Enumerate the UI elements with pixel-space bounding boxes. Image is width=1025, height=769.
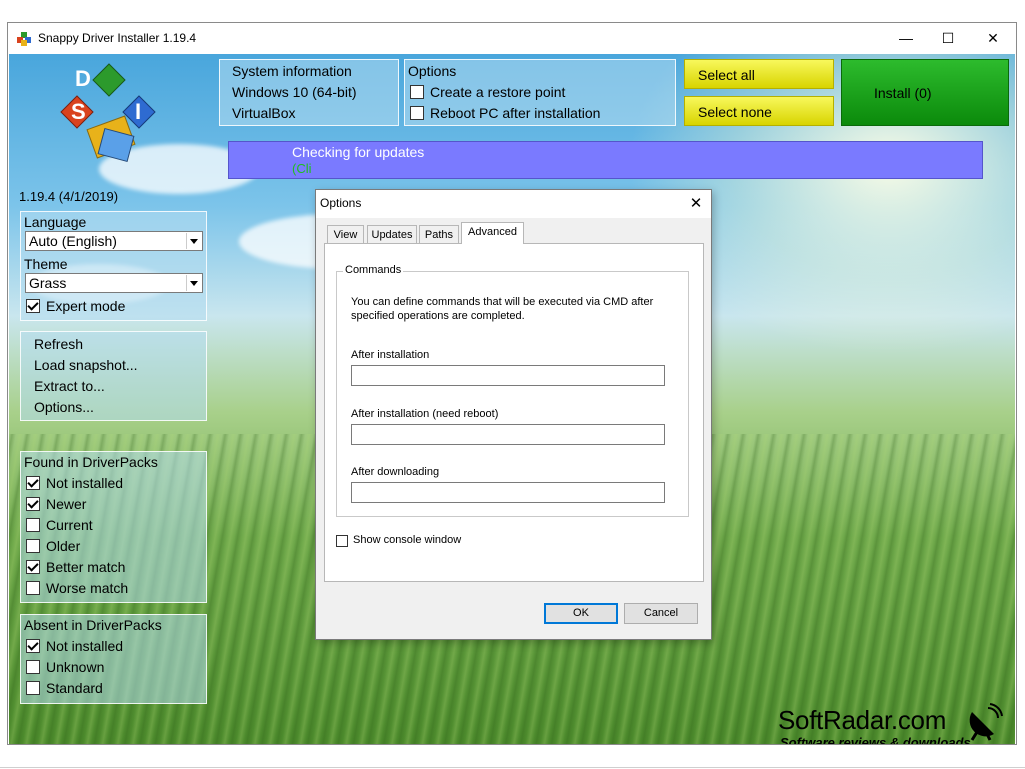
version-label: 1.19.4 (4/1/2019) [19, 189, 119, 204]
theme-value: Grass [29, 275, 67, 291]
app-icon [17, 32, 31, 46]
window-title: Snappy Driver Installer 1.19.4 [38, 31, 197, 45]
bottom-divider [0, 767, 1025, 768]
absent-title: Absent in DriverPacks [24, 617, 162, 633]
select-none-button[interactable]: Select none [684, 96, 834, 126]
install-label: Install (0) [874, 85, 932, 101]
language-label: Language [24, 214, 87, 230]
refresh-link[interactable]: Refresh [34, 336, 83, 352]
dialog-close-button[interactable]: ✕ [681, 190, 711, 218]
after-installation-label: After installation [351, 349, 430, 361]
client-area: D S I 1.19.4 (4/1/2019) Language Auto (E… [9, 54, 1015, 744]
system-info-panel: System information Windows 10 (64-bit) V… [219, 59, 399, 126]
options-dialog: Options ✕ View Updates Paths Advanced Co… [315, 189, 712, 640]
dialog-title: Options [320, 196, 362, 210]
absent-unknown-label: Unknown [46, 659, 105, 675]
after-downloading-label: After downloading [351, 466, 440, 478]
expert-mode-label: Expert mode [46, 298, 126, 314]
chevron-down-icon [186, 233, 201, 249]
language-select[interactable]: Auto (English) [25, 231, 203, 251]
expert-mode-checkbox[interactable] [26, 299, 40, 313]
found-newer-label: Newer [46, 496, 87, 512]
found-current-checkbox[interactable] [26, 518, 40, 532]
found-older-label: Older [46, 538, 81, 554]
reboot-label: Reboot PC after installation [430, 105, 601, 121]
show-console-label: Show console window [353, 534, 462, 546]
logo-letter-d: D [75, 66, 91, 91]
found-not-installed-label: Not installed [46, 475, 124, 491]
after-installation-reboot-label: After installation (need reboot) [351, 408, 499, 420]
after-downloading-input[interactable] [351, 482, 665, 503]
language-value: Auto (English) [29, 233, 117, 249]
absent-not-installed-label: Not installed [46, 638, 124, 654]
settings-panel: Language Auto (English) Theme Grass Expe… [20, 211, 207, 321]
top-options-panel: Options Create a restore point Reboot PC… [404, 59, 676, 126]
after-installation-input[interactable] [351, 365, 665, 386]
maximize-button[interactable]: ☐ [925, 23, 971, 54]
after-installation-reboot-input[interactable] [351, 424, 665, 445]
close-button[interactable]: ✕ [970, 23, 1016, 54]
absent-not-installed-checkbox[interactable] [26, 639, 40, 653]
status-subtext: (Cli [292, 161, 312, 176]
install-button[interactable]: Install (0) [841, 59, 1009, 126]
theme-label: Theme [24, 256, 68, 272]
extract-to-link[interactable]: Extract to... [34, 378, 105, 394]
select-all-button[interactable]: Select all [684, 59, 834, 89]
absent-standard-checkbox[interactable] [26, 681, 40, 695]
cancel-button[interactable]: Cancel [624, 603, 698, 624]
found-current-label: Current [46, 517, 93, 533]
found-worse-match-checkbox[interactable] [26, 581, 40, 595]
dialog-title-bar: Options ✕ [316, 190, 711, 218]
os-label: Windows 10 (64-bit) [232, 84, 357, 100]
found-newer-checkbox[interactable] [26, 497, 40, 511]
found-in-driverpacks-panel: Found in DriverPacks Not installed Newer… [20, 451, 207, 603]
system-info-title: System information [232, 63, 352, 79]
select-all-label: Select all [698, 67, 755, 83]
reboot-checkbox[interactable] [410, 106, 424, 120]
status-text: Checking for updates [292, 144, 425, 160]
chevron-down-icon [186, 275, 201, 291]
softradar-tagline: Software reviews & downloads [780, 735, 971, 744]
satellite-dish-icon [969, 703, 1003, 741]
title-bar: Snappy Driver Installer 1.19.4 — ☐ ✕ [8, 23, 1016, 54]
machine-label: VirtualBox [232, 105, 296, 121]
restore-point-checkbox[interactable] [410, 85, 424, 99]
absent-standard-label: Standard [46, 680, 103, 696]
found-better-match-checkbox[interactable] [26, 560, 40, 574]
commands-group-title: Commands [343, 264, 404, 276]
logo-letter-i: I [135, 99, 142, 124]
top-options-title: Options [408, 63, 457, 79]
minimize-button[interactable]: — [883, 23, 929, 54]
logo-letter-s: S [71, 99, 86, 124]
load-snapshot-link[interactable]: Load snapshot... [34, 357, 138, 373]
commands-group: Commands You can define commands that wi… [336, 264, 689, 517]
commands-description-line1: You can define commands that will be exe… [351, 296, 654, 308]
tab-view[interactable]: View [327, 225, 364, 243]
softradar-watermark: SoftRadar.com [778, 705, 947, 735]
absent-in-driverpacks-panel: Absent in DriverPacks Not installed Unkn… [20, 614, 207, 704]
tab-paths[interactable]: Paths [419, 225, 459, 243]
advanced-tab-panel: Commands You can define commands that wi… [324, 243, 704, 582]
options-link[interactable]: Options... [34, 399, 94, 415]
absent-unknown-checkbox[interactable] [26, 660, 40, 674]
update-status-bar: Checking for updates (Cli [228, 141, 983, 179]
main-window: Snappy Driver Installer 1.19.4 — ☐ ✕ D S… [7, 22, 1017, 745]
ok-button[interactable]: OK [544, 603, 618, 624]
found-title: Found in DriverPacks [24, 454, 158, 470]
tab-updates[interactable]: Updates [367, 225, 417, 243]
found-older-checkbox[interactable] [26, 539, 40, 553]
found-better-match-label: Better match [46, 559, 126, 575]
commands-description-line2: specified operations are completed. [351, 310, 525, 322]
theme-select[interactable]: Grass [25, 273, 203, 293]
restore-point-label: Create a restore point [430, 84, 566, 100]
select-none-label: Select none [698, 104, 772, 120]
show-console-checkbox[interactable] [336, 535, 348, 547]
tab-advanced[interactable]: Advanced [461, 222, 524, 244]
actions-panel: Refresh Load snapshot... Extract to... O… [20, 331, 207, 421]
found-worse-match-label: Worse match [46, 580, 129, 596]
found-not-installed-checkbox[interactable] [26, 476, 40, 490]
